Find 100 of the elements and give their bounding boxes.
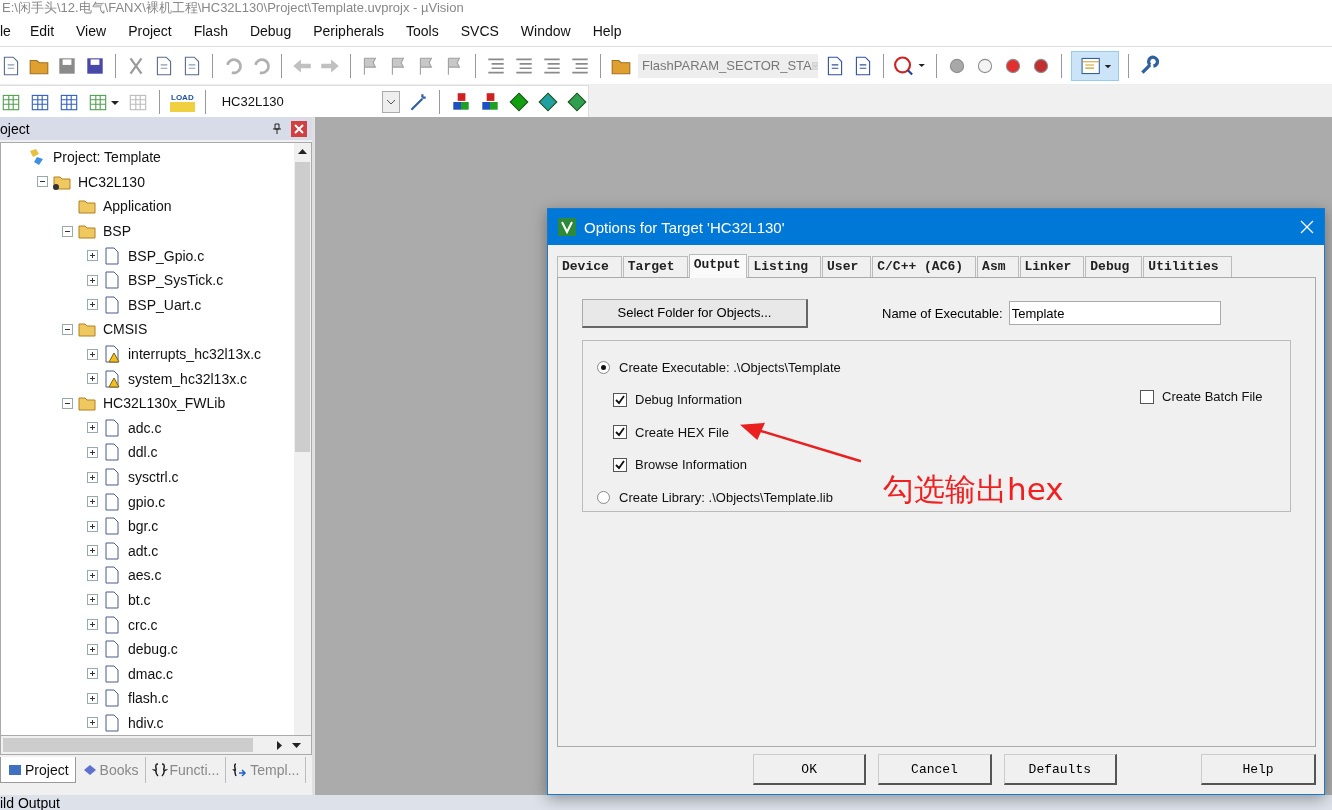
panel-tab[interactable]: Project [0,757,76,783]
expander-box[interactable] [86,668,98,680]
close-icon[interactable] [1300,220,1314,234]
menu-item[interactable]: Window [520,23,571,39]
tree-item[interactable]: CMSIS [103,321,148,338]
expander-box[interactable] [86,471,98,483]
tree-item[interactable]: HC32L130x_FWLib [103,395,226,412]
expander-box[interactable] [86,348,98,360]
braces-icon [151,762,168,778]
tree-item[interactable]: flash.c [128,690,169,707]
tree-item[interactable]: bt.c [128,592,151,608]
executable-name-field[interactable]: Template [1008,301,1221,325]
menu-item[interactable]: Help [592,23,622,39]
dialog-tab[interactable]: Listing [748,256,822,277]
menu-item[interactable]: Edit [29,23,55,39]
expander-box[interactable] [86,619,98,631]
tree-item[interactable]: interrupts_hc32l13x.c [128,346,262,363]
expander-box[interactable] [86,250,98,262]
expander-box[interactable] [61,323,73,335]
file-icon [102,639,122,660]
tree-item[interactable]: sysctrl.c [128,469,179,485]
diamond-pack-icon[interactable] [566,90,588,113]
expander-box[interactable] [86,496,98,508]
dialog-tab[interactable]: User [822,256,872,277]
tree-item[interactable]: ddl.c [128,444,158,461]
checkbox[interactable] [1140,390,1154,404]
diamond-icon[interactable] [508,90,530,113]
radio-button[interactable] [597,490,610,504]
tree-item[interactable]: dmac.c [128,665,174,682]
checkbox[interactable] [613,425,627,440]
vertical-scrollbar[interactable] [294,143,311,735]
menu-item[interactable]: SVCS [460,23,499,39]
menu-item[interactable]: Flash [193,23,228,39]
expander-box[interactable] [86,643,98,655]
menu-item[interactable]: Project [128,23,172,39]
expander-box[interactable] [86,692,98,704]
dialog-tab[interactable]: Utilities [1143,256,1232,277]
dialog-tab[interactable]: C/C++ (AC6) [872,256,977,277]
dialog-tab[interactable]: Target [622,256,688,277]
expander-box[interactable] [86,594,98,606]
checkbox[interactable] [613,392,627,407]
tree-item[interactable]: hdiv.c [128,714,164,731]
option-label: Create Executable: .\Objects\Template [619,359,841,375]
radio-button[interactable] [597,360,610,374]
tree-item[interactable]: bgr.c [128,518,159,535]
expander-box[interactable] [86,446,98,458]
tree-item[interactable]: BSP_SysTick.c [128,272,224,289]
tree-item[interactable]: HC32L130 [78,173,145,190]
dialog-tab[interactable]: Output [688,254,748,278]
expander-box[interactable] [61,225,73,237]
dialog-button[interactable]: OK [753,754,867,785]
tree-item[interactable]: aes.c [128,567,162,584]
expander-box[interactable] [36,176,48,188]
window-layout-icon[interactable] [1071,50,1119,81]
expander-box[interactable] [86,422,98,434]
horizontal-scrollbar[interactable] [0,736,312,755]
debug-magnifier-icon[interactable] [893,54,927,77]
close-icon[interactable] [291,120,307,137]
warning-file-icon [102,344,122,365]
pin-icon[interactable] [271,122,283,135]
scroll-thumb[interactable] [3,738,253,752]
tree-item[interactable]: BSP [103,223,131,240]
dialog-tab[interactable]: Device [557,256,622,277]
dialog-title: Options for Target 'HC32L130' [584,218,786,236]
menu-item[interactable]: View [76,23,107,39]
expander-box[interactable] [86,717,98,729]
dialog-button[interactable]: Cancel [878,754,992,785]
tree-item[interactable]: adt.c [128,542,159,559]
expander-box[interactable] [61,397,73,409]
dialog-tab[interactable]: Asm [977,256,1019,277]
menu-item[interactable]: Peripherals [313,23,385,39]
dialog-tab[interactable]: Debug [1085,256,1143,277]
tree-item[interactable]: system_hc32l13x.c [128,370,248,387]
tree-item[interactable]: BSP_Uart.c [128,296,202,313]
tree-item[interactable]: Project: Template [53,149,161,166]
expander-box[interactable] [86,299,98,311]
dialog-tab[interactable]: Linker [1019,256,1085,277]
scroll-thumb[interactable] [295,162,310,452]
stacked-blocks-icon[interactable] [450,90,472,113]
target-combo[interactable]: HC32L130 [221,94,382,109]
dialog-button[interactable]: Defaults [1003,754,1117,785]
expander-box[interactable] [86,274,98,286]
checkbox[interactable] [613,457,627,472]
wrench-icon[interactable] [1138,54,1160,77]
menu-item[interactable]: Tools [406,23,439,39]
expander-box[interactable] [86,569,98,581]
tree-item[interactable]: crc.c [128,616,158,633]
expander-box[interactable] [86,520,98,532]
tree-item[interactable]: BSP_Gpio.c [128,247,205,264]
select-folder-button[interactable]: Select Folder for Objects... [582,298,808,328]
menu-item[interactable]: Debug [249,23,292,39]
tree-item[interactable]: Application [103,198,172,215]
tree-item[interactable]: debug.c [128,641,178,658]
expander-box[interactable] [86,545,98,557]
expander-box[interactable] [86,373,98,385]
tree-item[interactable]: gpio.c [128,493,166,510]
tree-item[interactable]: adc.c [128,419,162,436]
menu-item[interactable]: le [0,23,11,39]
file-icon [102,540,122,561]
dialog-button[interactable]: Help [1201,754,1316,785]
